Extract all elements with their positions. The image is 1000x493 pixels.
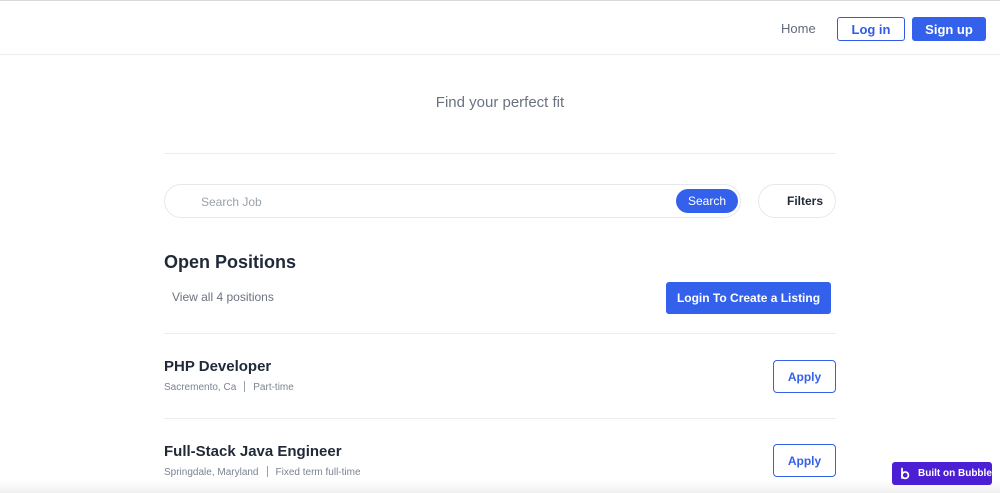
- job-divider: [164, 418, 836, 419]
- search-bar: Search: [164, 184, 741, 218]
- meta-separator: [244, 381, 246, 392]
- search-input[interactable]: [201, 193, 671, 211]
- list-divider: [164, 333, 836, 334]
- job-title: PHP Developer: [164, 358, 272, 375]
- filters-button[interactable]: Filters: [758, 184, 836, 218]
- badge-label: Built on Bubble: [918, 468, 992, 479]
- top-navbar: Home Log in Sign up: [0, 0, 1000, 55]
- job-title: Full-Stack Java Engineer: [164, 443, 342, 460]
- signup-button[interactable]: Sign up: [912, 17, 986, 41]
- hero-divider: [164, 153, 836, 154]
- view-all-positions: View all 4 positions: [172, 290, 274, 304]
- hero-tagline: Find your perfect fit: [435, 94, 565, 111]
- login-button[interactable]: Log in: [837, 17, 905, 41]
- apply-button[interactable]: Apply: [773, 444, 836, 477]
- job-meta: Sacremento, Ca Part-time: [164, 381, 294, 393]
- job-meta: Springdale, Maryland Fixed term full-time: [164, 466, 361, 478]
- nav-home-link[interactable]: Home: [781, 21, 816, 36]
- built-on-bubble-badge[interactable]: Built on Bubble: [892, 462, 992, 485]
- apply-button[interactable]: Apply: [773, 360, 836, 393]
- search-button[interactable]: Search: [676, 189, 738, 213]
- bubble-logo-icon: [901, 467, 910, 479]
- bottom-shadow: [0, 480, 1000, 493]
- create-listing-button[interactable]: Login To Create a Listing: [666, 282, 831, 314]
- job-location: Springdale, Maryland: [164, 467, 259, 478]
- job-type: Fixed term full-time: [275, 467, 361, 478]
- page: Home Log in Sign up Find your perfect fi…: [0, 0, 1000, 493]
- section-title: Open Positions: [164, 252, 297, 272]
- job-type: Part-time: [253, 382, 294, 393]
- job-location: Sacremento, Ca: [164, 382, 237, 393]
- meta-separator: [266, 466, 268, 477]
